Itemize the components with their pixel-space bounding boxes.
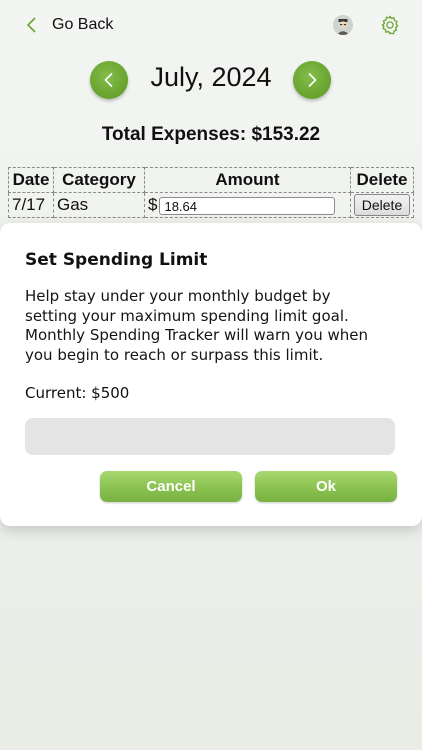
- delete-cell: Delete: [350, 192, 414, 218]
- top-bar: Go Back: [0, 0, 422, 50]
- spending-limit-dialog: Set Spending Limit Help stay under your …: [0, 223, 422, 526]
- user-avatar-icon[interactable]: [333, 15, 353, 35]
- delete-button[interactable]: Delete: [354, 194, 410, 216]
- chevron-right-icon: [308, 72, 317, 88]
- gear-icon[interactable]: [379, 14, 401, 36]
- total-expenses: Total Expenses: $153.22: [101, 124, 321, 145]
- ok-button[interactable]: Ok: [255, 471, 397, 502]
- amount-input[interactable]: 18.64: [159, 196, 336, 215]
- dialog-message: Help stay under your monthly budget by s…: [25, 287, 368, 364]
- column-header-amount: Amount: [144, 167, 351, 193]
- chevron-left-icon: [26, 17, 36, 33]
- go-back-label: Go Back: [52, 16, 114, 33]
- expense-amount-cell: $18.64: [144, 192, 351, 218]
- dialog-title: Set Spending Limit: [25, 250, 208, 270]
- table-header-row: Date Category Amount Delete: [8, 167, 414, 193]
- table-row: 7/17 Gas $18.64 Delete: [8, 192, 414, 218]
- expense-date: 7/17: [8, 192, 54, 218]
- expense-category[interactable]: Gas: [53, 192, 145, 218]
- previous-month-button[interactable]: [90, 61, 128, 99]
- expenses-table: Date Category Amount Delete 7/17 Gas $18…: [8, 167, 414, 218]
- month-title: July, 2024: [150, 62, 272, 92]
- spending-limit-input[interactable]: [25, 418, 395, 455]
- cancel-button[interactable]: Cancel: [100, 471, 242, 502]
- column-header-delete: Delete: [350, 167, 414, 193]
- month-navigator: July, 2024: [0, 60, 422, 100]
- go-back-button[interactable]: Go Back: [22, 14, 113, 36]
- chevron-left-icon: [104, 72, 113, 88]
- current-limit: Current: $500: [25, 384, 130, 402]
- currency-symbol: $: [148, 195, 158, 214]
- column-header-date: Date: [8, 167, 54, 193]
- column-header-category: Category: [53, 167, 145, 193]
- next-month-button[interactable]: [293, 61, 331, 99]
